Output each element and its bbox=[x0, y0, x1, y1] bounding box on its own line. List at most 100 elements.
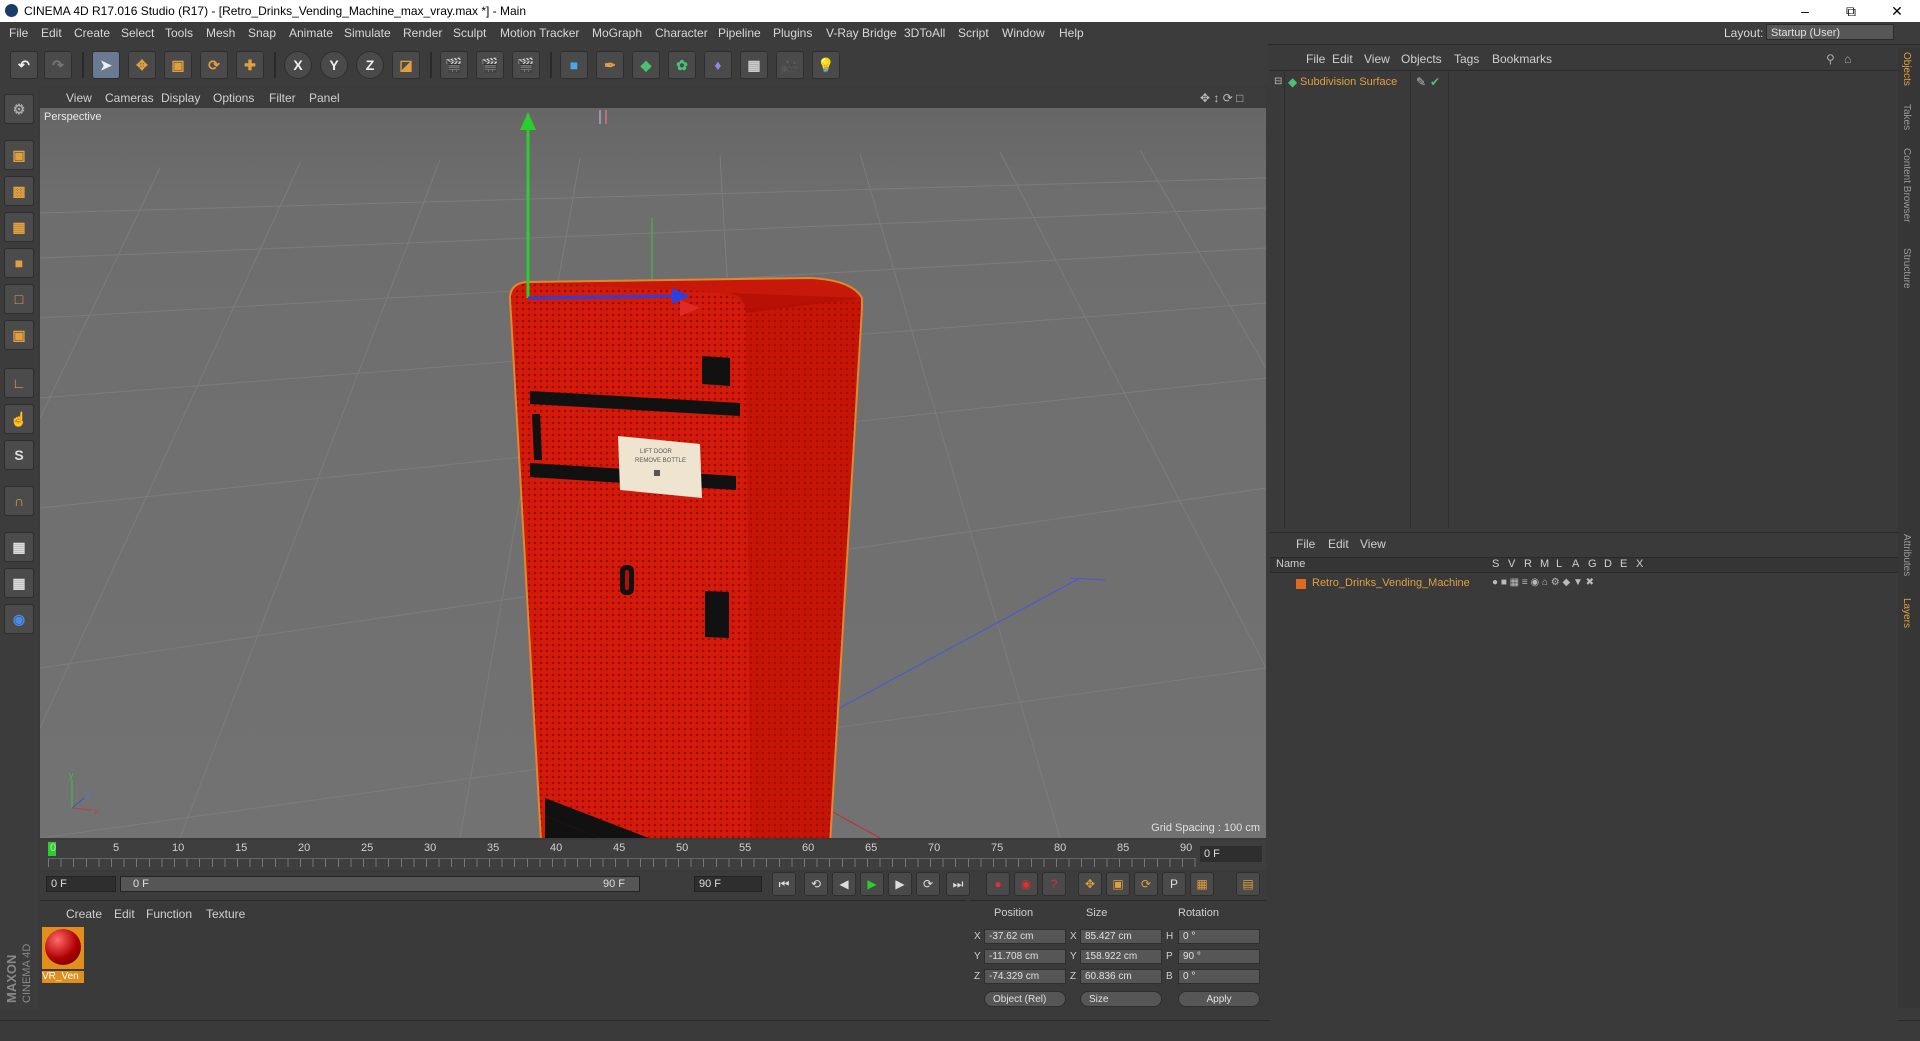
home-icon[interactable]: ⌂ bbox=[1844, 52, 1851, 66]
select-arrow-icon[interactable]: ➤ bbox=[92, 51, 120, 79]
polygons-mode-icon[interactable]: ▣ bbox=[4, 320, 34, 350]
material-menu-texture[interactable]: Texture bbox=[206, 907, 245, 921]
subdivision-surface-icon[interactable]: ◆ bbox=[632, 51, 660, 79]
rotation-h-field[interactable]: 0 ° bbox=[1178, 929, 1260, 944]
viewport-menu-filter[interactable]: Filter bbox=[269, 91, 296, 105]
menu-motion-tracker[interactable]: Motion Tracker bbox=[500, 26, 579, 40]
object-menu-objects[interactable]: Objects bbox=[1401, 52, 1442, 66]
menu-plugins[interactable]: Plugins bbox=[773, 26, 812, 40]
layer-menu-edit[interactable]: Edit bbox=[1328, 537, 1349, 551]
material-thumbnail[interactable] bbox=[42, 927, 84, 969]
deformer-icon[interactable]: ♦ bbox=[704, 51, 732, 79]
viewport-menu-cameras[interactable]: Cameras bbox=[105, 91, 154, 105]
texture-mode-icon[interactable]: ▩ bbox=[4, 176, 34, 206]
keyframe-selection-icon[interactable]: ? bbox=[1042, 872, 1066, 896]
live-transform-icon[interactable]: ✚ bbox=[236, 51, 264, 79]
render-picture-viewer-icon[interactable]: 🎬 bbox=[476, 51, 504, 79]
previous-key-icon[interactable]: ⟲ bbox=[804, 872, 828, 896]
menu-character[interactable]: Character bbox=[655, 26, 708, 40]
position-y-field[interactable]: -11.708 cm bbox=[984, 949, 1066, 964]
menu-3dtoall[interactable]: 3DToAll bbox=[904, 26, 945, 40]
size-mode-select[interactable]: Size bbox=[1080, 991, 1162, 1007]
timeline-window-icon[interactable]: ▤ bbox=[1236, 872, 1260, 896]
apply-button[interactable]: Apply bbox=[1178, 991, 1260, 1007]
current-frame-field[interactable]: 0 F bbox=[1200, 846, 1262, 862]
menu-sculpt[interactable]: Sculpt bbox=[453, 26, 486, 40]
size-y-field[interactable]: 158.922 cm bbox=[1080, 949, 1162, 964]
viewport-menu-view[interactable]: View bbox=[66, 91, 92, 105]
coordinate-system-icon[interactable]: ◪ bbox=[392, 51, 420, 79]
floor-scene-icon[interactable]: ▦ bbox=[740, 51, 768, 79]
menu-window[interactable]: Window bbox=[1002, 26, 1045, 40]
layer-flag-icons[interactable]: ● ■ ▦ ≡ ◉ ⌂ ⚙ ◆ ▼ ✖ bbox=[1492, 577, 1594, 588]
axis-y-lock-button[interactable]: Y bbox=[320, 51, 348, 79]
go-to-start-icon[interactable]: ⏮ bbox=[772, 872, 796, 896]
menu-script[interactable]: Script bbox=[958, 26, 989, 40]
axis-z-lock-button[interactable]: Z bbox=[356, 51, 384, 79]
expand-icon[interactable]: ⊟ bbox=[1274, 76, 1282, 87]
menu-edit[interactable]: Edit bbox=[41, 26, 62, 40]
workplane-mode-icon[interactable]: ▦ bbox=[4, 212, 34, 242]
light-bulb-icon[interactable]: 💡 bbox=[812, 51, 840, 79]
close-button[interactable]: ✕ bbox=[1874, 0, 1920, 22]
menu-simulate[interactable]: Simulate bbox=[344, 26, 391, 40]
material-menu-edit[interactable]: Edit bbox=[114, 907, 135, 921]
restore-button[interactable]: ⧉ bbox=[1828, 0, 1874, 22]
layout-select[interactable]: Startup (User) bbox=[1766, 24, 1894, 40]
tweak-mode-icon[interactable]: ☝ bbox=[4, 404, 34, 434]
menu-vray-bridge[interactable]: V-Ray Bridge bbox=[826, 26, 897, 40]
material-menu-create[interactable]: Create bbox=[66, 907, 102, 921]
key-parameter-icon[interactable]: P bbox=[1162, 872, 1186, 896]
viewport-menu-options[interactable]: Options bbox=[213, 91, 254, 105]
previous-frame-icon[interactable]: ◀ bbox=[832, 872, 856, 896]
coordinate-mode-select[interactable]: Object (Rel) bbox=[984, 991, 1066, 1007]
undo-icon[interactable]: ↶ bbox=[10, 51, 38, 79]
material-name[interactable]: VR_Ven bbox=[42, 971, 84, 983]
layer-menu-file[interactable]: File bbox=[1296, 537, 1315, 551]
camera-icon[interactable]: 🎥 bbox=[776, 51, 804, 79]
next-key-icon[interactable]: ⟳ bbox=[916, 872, 940, 896]
timeline-track[interactable] bbox=[48, 858, 1196, 867]
side-tab-objects[interactable]: Objects bbox=[1901, 52, 1912, 86]
magnet-icon[interactable]: ∩ bbox=[4, 486, 34, 516]
axis-mode-icon[interactable]: ∟ bbox=[4, 368, 34, 398]
menu-pipeline[interactable]: Pipeline bbox=[718, 26, 761, 40]
side-tab-layers[interactable]: Layers bbox=[1901, 598, 1912, 628]
position-x-field[interactable]: -37.62 cm bbox=[984, 929, 1066, 944]
redo-icon[interactable]: ↷ bbox=[44, 51, 72, 79]
move-icon[interactable]: ✥ bbox=[128, 51, 156, 79]
layer-row-retro-drinks[interactable]: Retro_Drinks_Vending_Machine bbox=[1312, 577, 1470, 589]
menu-render[interactable]: Render bbox=[403, 26, 442, 40]
edit-tag-icon[interactable]: ✎ bbox=[1416, 75, 1426, 89]
viewport-menu-display[interactable]: Display bbox=[161, 91, 200, 105]
menu-animate[interactable]: Animate bbox=[289, 26, 333, 40]
axis-x-lock-button[interactable]: X bbox=[284, 51, 312, 79]
edges-mode-icon[interactable]: □ bbox=[4, 284, 34, 314]
record-keys-icon[interactable]: ● bbox=[986, 872, 1010, 896]
spline-pen-icon[interactable]: ✒ bbox=[596, 51, 624, 79]
key-position-icon[interactable]: ✥ bbox=[1078, 872, 1102, 896]
mograph-cloner-icon[interactable]: ✿ bbox=[668, 51, 696, 79]
layer-color-swatch[interactable] bbox=[1296, 579, 1306, 589]
size-z-field[interactable]: 60.836 cm bbox=[1080, 969, 1162, 984]
side-tab-structure[interactable]: Structure bbox=[1901, 248, 1912, 289]
lock-workplane-icon[interactable]: ▦ bbox=[4, 532, 34, 562]
viewport-nav-icons[interactable]: ✥ ↕ ⟳ □ bbox=[1200, 91, 1243, 105]
side-tab-takes[interactable]: Takes bbox=[1901, 104, 1912, 130]
object-menu-view[interactable]: View bbox=[1364, 52, 1390, 66]
autokey-icon[interactable]: ◉ bbox=[1014, 872, 1038, 896]
frame-range-slider[interactable]: 0 F 90 F bbox=[120, 876, 640, 892]
timeline-ruler[interactable]: 0 5 10 15 20 25 30 35 40 45 50 55 60 65 … bbox=[40, 840, 1266, 870]
size-x-field[interactable]: 85.427 cm bbox=[1080, 929, 1162, 944]
menu-file[interactable]: File bbox=[9, 26, 28, 40]
object-menu-file[interactable]: File bbox=[1306, 52, 1325, 66]
play-icon[interactable]: ▶ bbox=[860, 872, 884, 896]
scale-icon[interactable]: ▣ bbox=[164, 51, 192, 79]
side-tab-content-browser[interactable]: Content Browser bbox=[1901, 148, 1912, 222]
menu-select[interactable]: Select bbox=[121, 26, 154, 40]
render-settings-icon[interactable]: 🎬 bbox=[512, 51, 540, 79]
end-frame-field[interactable]: 90 F bbox=[694, 876, 762, 892]
object-menu-tags[interactable]: Tags bbox=[1454, 52, 1479, 66]
rotate-icon[interactable]: ⟳ bbox=[200, 51, 228, 79]
enabled-check-icon[interactable]: ✔ bbox=[1430, 75, 1440, 89]
